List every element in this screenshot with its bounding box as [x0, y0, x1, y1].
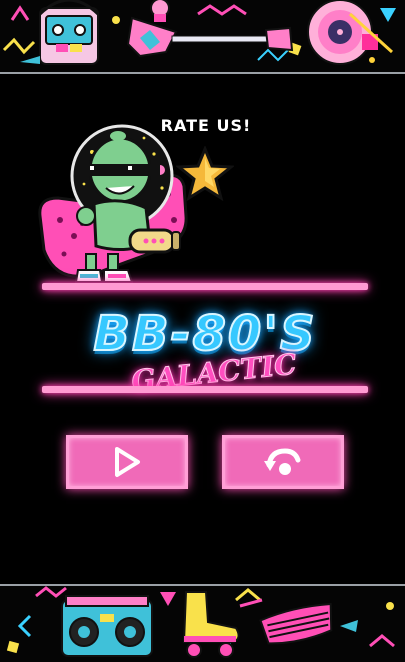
play-icon	[115, 447, 140, 477]
electric-guitar-icon	[126, 0, 294, 58]
restart-icon	[264, 448, 301, 475]
bottom-decor-banner	[0, 584, 405, 662]
star-icon[interactable]	[176, 146, 234, 202]
neon-divider-top	[42, 283, 368, 290]
cassette-player-icon	[20, 0, 100, 65]
neon-divider-bottom	[42, 386, 368, 393]
play-button[interactable]	[66, 435, 188, 489]
logo-title: BB-80'S	[92, 305, 317, 363]
boombox-icon	[61, 595, 153, 657]
game-logo: BB-80'S GALACTIC	[40, 302, 370, 398]
raygun-icon	[128, 228, 181, 254]
roller-skate-icon	[182, 591, 263, 658]
shutter-shades-icon	[259, 602, 358, 645]
game-screen: RATE US! BB-80'S GALACTIC	[0, 0, 405, 662]
vinyl-record-icon	[307, 0, 394, 65]
restart-button[interactable]	[222, 435, 344, 489]
top-decor-banner	[0, 0, 405, 74]
